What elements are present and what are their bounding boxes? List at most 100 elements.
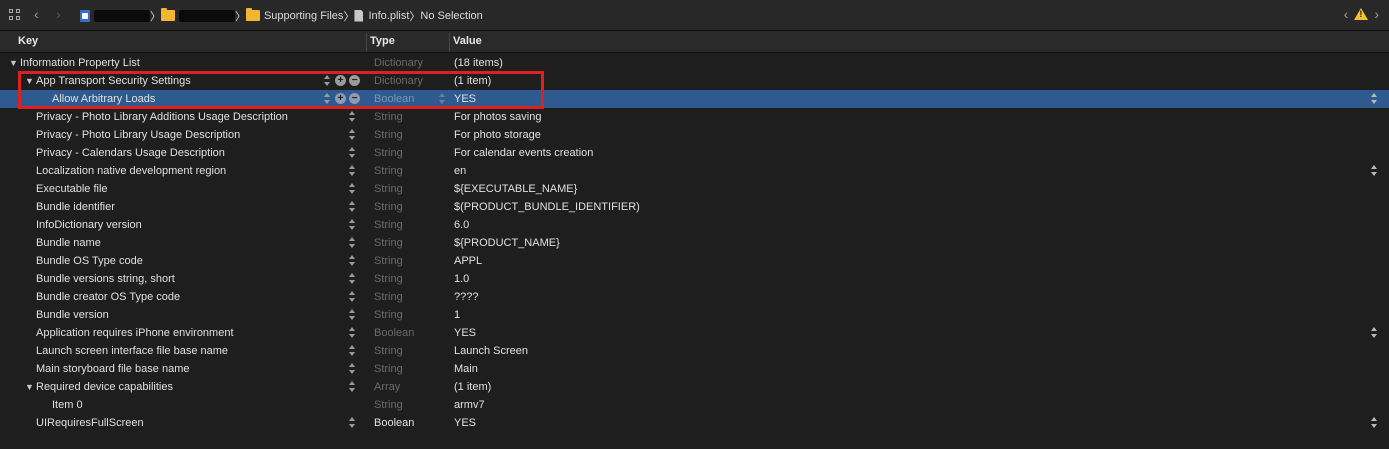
table-row[interactable]: UIRequiresFullScreen Boolean YES xyxy=(0,414,1389,432)
key-stepper-icon[interactable] xyxy=(348,183,356,195)
row-value[interactable]: Main xyxy=(454,360,478,378)
row-key[interactable]: Privacy - Calendars Usage Description xyxy=(36,144,225,162)
table-row[interactable]: Executable file String ${EXECUTABLE_NAME} xyxy=(0,180,1389,198)
row-key[interactable]: Bundle creator OS Type code xyxy=(36,288,180,306)
row-value[interactable]: Launch Screen xyxy=(454,342,528,360)
row-type[interactable]: String xyxy=(374,288,403,306)
disclosure-triangle-icon[interactable]: ▼ xyxy=(25,72,34,90)
key-stepper-icon[interactable] xyxy=(348,309,356,321)
key-stepper-icon[interactable] xyxy=(348,273,356,285)
previous-issue-chevron-icon[interactable]: ‹ xyxy=(1344,6,1349,22)
row-value[interactable]: $(PRODUCT_BUNDLE_IDENTIFIER) xyxy=(454,198,640,216)
type-stepper-icon[interactable] xyxy=(438,93,446,105)
row-type[interactable]: String xyxy=(374,162,403,180)
remove-item-icon[interactable]: − xyxy=(349,93,360,104)
row-value[interactable]: 1 xyxy=(454,306,460,324)
row-value[interactable]: (1 item) xyxy=(454,72,491,90)
row-key[interactable]: Required device capabilities xyxy=(36,378,173,396)
table-row[interactable]: Item 0 String armv7 xyxy=(0,396,1389,414)
value-popup-stepper-icon[interactable] xyxy=(1370,417,1378,429)
row-key[interactable]: Localization native development region xyxy=(36,162,226,180)
row-value[interactable]: For photos saving xyxy=(454,108,541,126)
row-key[interactable]: Main storyboard file base name xyxy=(36,360,189,378)
row-key[interactable]: Privacy - Photo Library Additions Usage … xyxy=(36,108,288,126)
key-stepper-icon[interactable] xyxy=(348,381,356,393)
row-key[interactable]: Allow Arbitrary Loads xyxy=(52,90,155,108)
row-key[interactable]: Bundle OS Type code xyxy=(36,252,143,270)
row-value[interactable]: 1.0 xyxy=(454,270,469,288)
key-stepper-icon[interactable] xyxy=(348,201,356,213)
table-row[interactable]: Application requires iPhone environment B… xyxy=(0,324,1389,342)
breadcrumb-item[interactable]: Gtrnk Lbrd xyxy=(80,9,150,22)
row-type[interactable]: Boolean xyxy=(374,324,414,342)
row-value[interactable]: 6.0 xyxy=(454,216,469,234)
row-type[interactable]: Boolean xyxy=(374,90,414,108)
table-row[interactable]: ▼ Required device capabilities Array (1 ite… xyxy=(0,378,1389,396)
table-row[interactable]: Bundle version String 1 xyxy=(0,306,1389,324)
row-key[interactable]: InfoDictionary version xyxy=(36,216,142,234)
header-key[interactable]: Key xyxy=(18,35,38,47)
row-value[interactable]: ???? xyxy=(454,288,478,306)
row-type[interactable]: Array xyxy=(374,378,400,396)
table-row[interactable]: ▼ App Transport Security Settings + − Dictio… xyxy=(0,72,1389,90)
table-row[interactable]: Bundle identifier String $(PRODUCT_BUNDLE_… xyxy=(0,198,1389,216)
row-key[interactable]: UIRequiresFullScreen xyxy=(36,414,144,432)
related-items-grid-icon[interactable] xyxy=(9,9,22,22)
key-stepper-icon[interactable] xyxy=(348,417,356,429)
row-value[interactable]: APPL xyxy=(454,252,482,270)
table-row[interactable]: Bundle name String ${PRODUCT_NAME} xyxy=(0,234,1389,252)
key-stepper-icon[interactable] xyxy=(323,93,331,105)
row-type[interactable]: String xyxy=(374,396,403,414)
row-type[interactable]: Dictionary xyxy=(374,54,423,72)
row-key[interactable]: Information Property List xyxy=(20,54,140,72)
key-stepper-icon[interactable] xyxy=(348,129,356,141)
row-key[interactable]: Bundle identifier xyxy=(36,198,115,216)
table-row[interactable]: Allow Arbitrary Loads + − Boolean YES xyxy=(0,90,1389,108)
row-value[interactable]: en xyxy=(454,162,466,180)
value-popup-stepper-icon[interactable] xyxy=(1370,327,1378,339)
key-stepper-icon[interactable] xyxy=(348,345,356,357)
table-row[interactable]: ▼ Information Property List Dictionary (18 … xyxy=(0,54,1389,72)
key-stepper-icon[interactable] xyxy=(348,165,356,177)
table-row[interactable]: Privacy - Photo Library Additions Usage … xyxy=(0,108,1389,126)
row-type[interactable]: String xyxy=(374,198,403,216)
key-stepper-icon[interactable] xyxy=(348,219,356,231)
warning-icon[interactable] xyxy=(1354,8,1369,20)
row-key[interactable]: Bundle name xyxy=(36,234,101,252)
row-key[interactable]: Bundle versions string, short xyxy=(36,270,175,288)
key-stepper-icon[interactable] xyxy=(348,147,356,159)
row-type[interactable]: String xyxy=(374,270,403,288)
breadcrumb-item[interactable]: Supporting Files xyxy=(245,8,343,22)
breadcrumb-item[interactable]: Info.plist xyxy=(354,9,409,22)
row-value[interactable]: For photo storage xyxy=(454,126,541,144)
key-stepper-icon[interactable] xyxy=(348,291,356,303)
row-type[interactable]: String xyxy=(374,252,403,270)
table-row[interactable]: Bundle versions string, short String 1.0 xyxy=(0,270,1389,288)
value-popup-stepper-icon[interactable] xyxy=(1370,93,1378,105)
table-row[interactable]: Bundle OS Type code String APPL xyxy=(0,252,1389,270)
table-row[interactable]: Privacy - Calendars Usage Description Str… xyxy=(0,144,1389,162)
remove-item-icon[interactable]: − xyxy=(349,75,360,86)
row-type[interactable]: String xyxy=(374,342,403,360)
row-type[interactable]: String xyxy=(374,360,403,378)
key-stepper-icon[interactable] xyxy=(323,75,331,87)
row-key[interactable]: Privacy - Photo Library Usage Descriptio… xyxy=(36,126,240,144)
row-value[interactable]: YES xyxy=(454,414,476,432)
row-key[interactable]: Item 0 xyxy=(52,396,83,414)
column-divider[interactable] xyxy=(449,33,450,51)
key-stepper-icon[interactable] xyxy=(348,255,356,267)
table-row[interactable]: Launch screen interface file base name St… xyxy=(0,342,1389,360)
row-value[interactable]: For calendar events creation xyxy=(454,144,593,162)
key-stepper-icon[interactable] xyxy=(348,363,356,375)
breadcrumb-item[interactable]: No Selection xyxy=(420,10,482,22)
row-key[interactable]: Executable file xyxy=(36,180,108,198)
row-type[interactable]: String xyxy=(374,180,403,198)
header-type[interactable]: Type xyxy=(370,35,395,47)
breadcrumb-item[interactable]: Gtrnk Lbrd xyxy=(160,8,235,22)
next-issue-chevron-icon[interactable]: › xyxy=(1374,6,1379,22)
add-item-icon[interactable]: + xyxy=(335,93,346,104)
header-value[interactable]: Value xyxy=(453,35,482,47)
key-stepper-icon[interactable] xyxy=(348,327,356,339)
row-value[interactable]: (1 item) xyxy=(454,378,491,396)
table-row[interactable]: Main storyboard file base name String Main xyxy=(0,360,1389,378)
